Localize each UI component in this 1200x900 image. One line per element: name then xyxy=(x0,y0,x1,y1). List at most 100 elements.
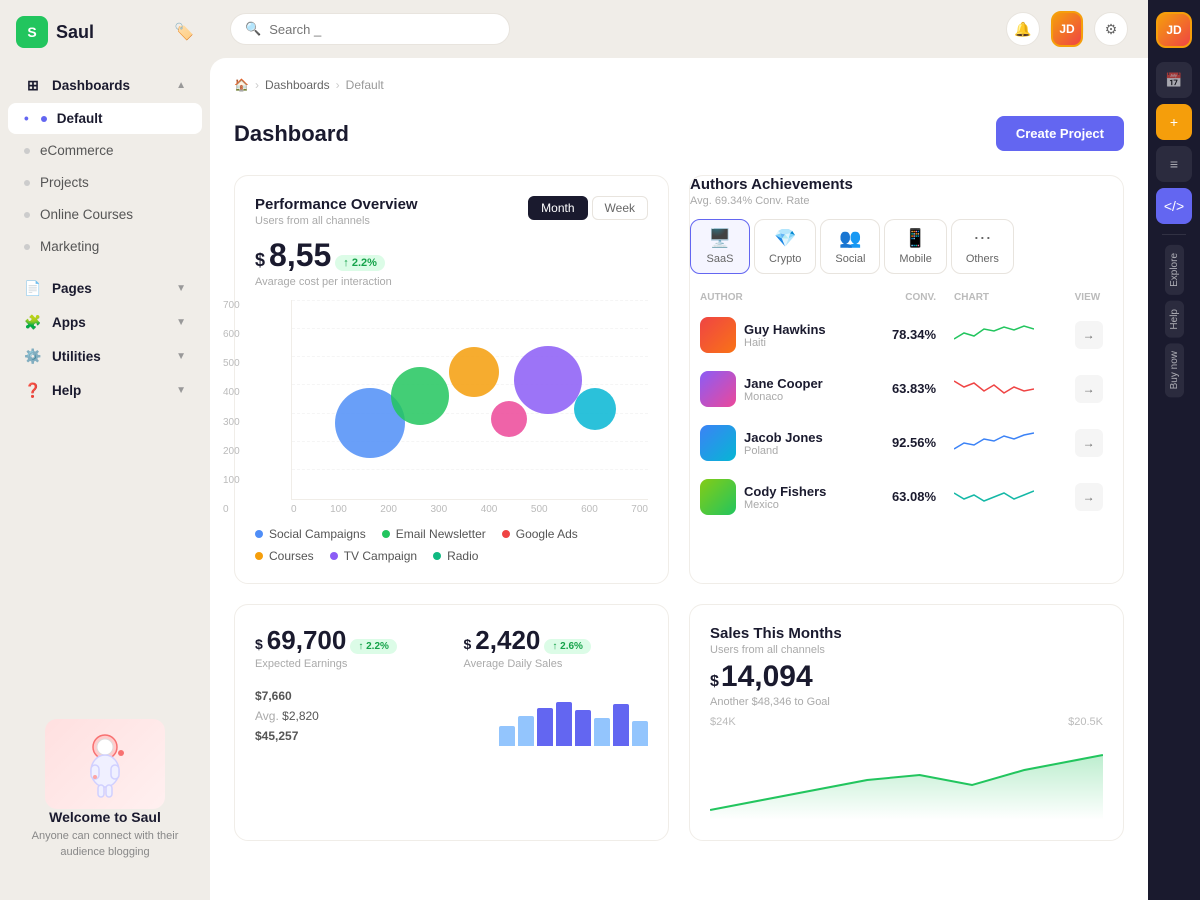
add-btn[interactable]: + xyxy=(1156,104,1192,140)
sidebar-item-pages-label: Pages xyxy=(52,281,92,296)
legend-social: Social Campaigns xyxy=(255,527,366,541)
notification-btn[interactable]: 🔔 xyxy=(1006,12,1040,46)
explore-label[interactable]: Explore xyxy=(1165,245,1184,295)
user-avatar-btn[interactable]: JD xyxy=(1050,12,1084,46)
app-name: Saul xyxy=(56,22,94,43)
spark-1 xyxy=(954,321,1034,345)
breadcrumb-dashboards[interactable]: Dashboards xyxy=(265,78,330,92)
expected-value: 69,700 xyxy=(267,625,347,656)
nav-dot-oc xyxy=(24,212,30,218)
y-label-300: 300 xyxy=(223,417,240,428)
apps-chevron-icon: ▼ xyxy=(176,317,186,328)
sidebar-item-utilities[interactable]: ⚙️ Utilities ▼ xyxy=(8,340,202,373)
sidebar-item-dashboards[interactable]: ⊞ Dashboards ▲ xyxy=(8,69,202,102)
author-conv-2: 63.83% xyxy=(892,381,936,396)
author-tab-saas[interactable]: 🖥️ SaaS xyxy=(690,219,750,274)
dollar-sign: $ xyxy=(255,250,265,271)
chart-y-labels: 700 600 500 400 300 200 100 0 xyxy=(223,300,240,515)
col-chart: CHART xyxy=(946,288,1065,307)
topbar-actions: 🔔 JD ⚙ xyxy=(1006,12,1128,46)
view-btn-1[interactable]: → xyxy=(1075,321,1103,349)
search-input[interactable] xyxy=(269,22,495,37)
legend-tv-label: TV Campaign xyxy=(344,549,417,563)
logo-icon: S xyxy=(16,16,48,48)
legend-radio-dot xyxy=(433,552,441,560)
help-chevron-icon: ▼ xyxy=(176,385,186,396)
sidebar-item-online-courses[interactable]: Online Courses xyxy=(8,199,202,230)
calendar-btn[interactable]: 📅 xyxy=(1156,62,1192,98)
sidebar-logo: S Saul 🏷️ xyxy=(0,16,210,64)
sidebar-item-apps-label: Apps xyxy=(52,315,86,330)
legend-email-dot xyxy=(382,530,390,538)
view-btn-3[interactable]: → xyxy=(1075,429,1103,457)
sales-goal: Another $48,346 to Goal xyxy=(710,696,1103,708)
performance-subtitle: Users from all channels xyxy=(255,215,418,227)
sidebar: S Saul 🏷️ ⊞ Dashboards ▲ Default eCommer… xyxy=(0,0,210,900)
y-label-0: 0 xyxy=(223,504,240,515)
sidebar-item-ecommerce[interactable]: eCommerce xyxy=(8,135,202,166)
author-tab-mobile[interactable]: 📱 Mobile xyxy=(884,219,946,274)
authors-subtitle: Avg. 69.34% Conv. Rate xyxy=(690,195,853,207)
code-btn[interactable]: </> xyxy=(1156,188,1192,224)
view-btn-2[interactable]: → xyxy=(1075,375,1103,403)
sidebar-item-default[interactable]: Default xyxy=(8,103,202,134)
sales-y-labels: $24K $20.5K xyxy=(710,716,1103,728)
y-label-200: 200 xyxy=(223,446,240,457)
rs-divider xyxy=(1162,234,1186,235)
performance-header: Performance Overview Users from all chan… xyxy=(255,196,648,227)
performance-title: Performance Overview xyxy=(255,196,418,213)
sidebar-item-ecommerce-label: eCommerce xyxy=(40,143,114,158)
tab-month[interactable]: Month xyxy=(528,196,587,220)
create-project-button[interactable]: Create Project xyxy=(996,116,1124,151)
author-tab-crypto-label: Crypto xyxy=(769,253,801,265)
apps-icon: 🧩 xyxy=(24,314,42,331)
legend-courses: Courses xyxy=(255,549,314,563)
sidebar-item-marketing[interactable]: Marketing xyxy=(8,231,202,262)
performance-tabs: Month Week xyxy=(528,196,648,220)
author-tab-social[interactable]: 👥 Social xyxy=(820,219,880,274)
buynow-label[interactable]: Buy now xyxy=(1165,343,1184,397)
sidebar-item-utilities-label: Utilities xyxy=(52,349,101,364)
author-tab-others[interactable]: ⋯ Others xyxy=(951,219,1014,274)
daily-sales: $ 2,420 ↑ 2.6% Average Daily Sales xyxy=(464,625,649,670)
tab-week[interactable]: Week xyxy=(592,196,648,220)
page-title: Dashboard xyxy=(234,121,349,147)
legend-social-dot xyxy=(255,530,263,538)
social-icon: 👥 xyxy=(839,228,861,249)
grid-line-7 xyxy=(292,469,648,470)
sidebar-item-apps[interactable]: 🧩 Apps ▼ xyxy=(8,306,202,339)
spark-4 xyxy=(954,483,1034,507)
bar-6 xyxy=(594,718,610,746)
right-sidebar-avatar[interactable]: JD xyxy=(1156,12,1192,48)
settings-btn[interactable]: ⚙ xyxy=(1094,12,1128,46)
search-box[interactable]: 🔍 xyxy=(230,13,510,45)
sales-subtitle: Users from all channels xyxy=(710,644,842,656)
daily-value-display: $ 2,420 ↑ 2.6% xyxy=(464,625,649,656)
saas-icon: 🖥️ xyxy=(709,228,731,249)
breadcrumb-home-icon[interactable]: 🏠 xyxy=(234,78,249,92)
spark-2 xyxy=(954,375,1034,399)
view-btn-4[interactable]: → xyxy=(1075,483,1103,511)
sales-card: Sales This Months Users from all channel… xyxy=(689,604,1124,841)
menu-btn[interactable]: ≡ xyxy=(1156,146,1192,182)
author-tab-crypto[interactable]: 💎 Crypto xyxy=(754,219,816,274)
sales-dollar: $ xyxy=(710,673,719,691)
sidebar-item-help[interactable]: ❓ Help ▼ xyxy=(8,374,202,407)
bubble-chart xyxy=(291,300,648,500)
bar-1 xyxy=(499,726,515,746)
help-label[interactable]: Help xyxy=(1165,301,1184,338)
dashboard-icon: ⊞ xyxy=(24,77,42,94)
sidebar-item-default-label: Default xyxy=(57,111,103,126)
nav-dot-p xyxy=(24,180,30,186)
sidebar-item-pages[interactable]: 📄 Pages ▼ xyxy=(8,272,202,305)
bar-3 xyxy=(537,708,553,746)
legend-radio: Radio xyxy=(433,549,478,563)
welcome-subtitle: Anyone can connect with their audience b… xyxy=(16,829,194,860)
author-name-2: Jane Cooper xyxy=(744,376,823,391)
sales-y1: $24K xyxy=(710,716,736,728)
expected-label: Expected Earnings xyxy=(255,658,440,670)
sidebar-item-projects[interactable]: Projects xyxy=(8,167,202,198)
author-conv-4: 63.08% xyxy=(892,489,936,504)
others-icon: ⋯ xyxy=(973,228,991,249)
author-tab-saas-label: SaaS xyxy=(707,253,734,265)
